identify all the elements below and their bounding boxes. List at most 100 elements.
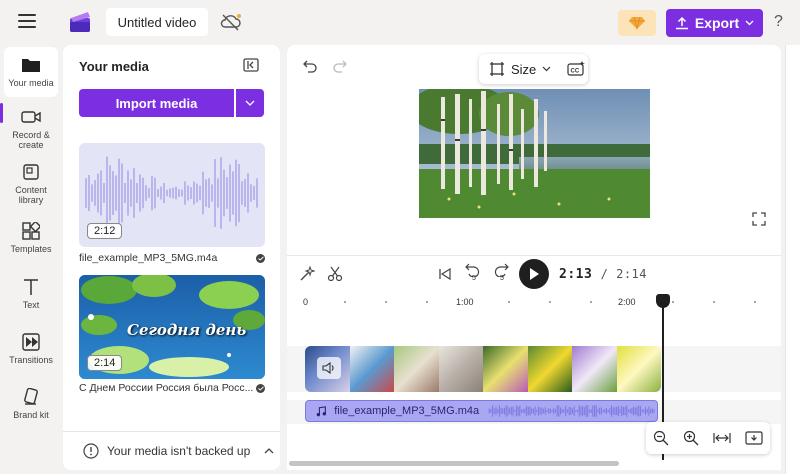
import-dropdown-button[interactable] (236, 89, 264, 117)
export-button[interactable]: Export (666, 9, 763, 37)
waveform-bar (629, 408, 631, 414)
undo-icon[interactable] (303, 59, 317, 73)
nav-brand-kit[interactable]: Brand kit (4, 387, 58, 420)
waveform-bar (106, 156, 108, 230)
fit-to-width-icon[interactable] (713, 431, 731, 445)
total-time: / 2:14 (600, 267, 647, 281)
ruler-label: 1:00 (456, 297, 474, 307)
redo-icon[interactable] (333, 59, 347, 73)
video-preview[interactable] (419, 89, 650, 218)
clip-volume-button[interactable] (317, 357, 341, 379)
waveform-bar (187, 185, 189, 201)
split-scissors-icon[interactable] (327, 266, 343, 282)
menu-icon[interactable] (18, 14, 36, 30)
clip-frame (527, 346, 572, 392)
waveform-bar (498, 405, 501, 417)
waveform-bar (587, 405, 589, 417)
playback-controls: 5 5 2:13 / 2:14 (287, 256, 781, 292)
backup-notice[interactable]: Your media isn't backed up (63, 431, 280, 470)
diamond-icon (629, 16, 645, 30)
zoom-toolbar (646, 422, 770, 454)
waveform-bar (565, 405, 567, 417)
nav-record-create[interactable]: Record & create (4, 107, 58, 150)
waveform-bar (651, 408, 653, 414)
cloud-off-icon[interactable] (220, 12, 242, 32)
waveform-bar (612, 407, 614, 415)
waveform-bar (539, 407, 541, 415)
waveform-bar (232, 171, 234, 215)
waveform-bar (202, 171, 204, 215)
ruler-tick (508, 301, 510, 303)
waveform-bar (522, 408, 524, 414)
timeline-scrollbar[interactable] (289, 461, 619, 466)
audio-clip-name: file_example_MP3_5MG.m4a (334, 405, 480, 417)
waveform-bar (519, 405, 521, 417)
library-icon (21, 162, 41, 182)
nav-your-media[interactable]: Your media (4, 47, 58, 97)
waveform-bar (238, 163, 240, 223)
rewind-5-button[interactable]: 5 (465, 263, 483, 285)
nav-label: Record & create (12, 130, 50, 150)
chevron-down-icon (245, 100, 255, 106)
waveform-bar (196, 183, 198, 203)
size-button[interactable]: Size (511, 62, 536, 77)
templates-icon (21, 221, 41, 241)
nav-transitions[interactable]: Transitions (4, 332, 58, 365)
waveform-bar (626, 405, 628, 417)
waveform-bar (172, 187, 174, 199)
forward-5-button[interactable]: 5 (493, 263, 511, 285)
waveform-bar (607, 410, 609, 412)
zoom-out-icon[interactable] (653, 430, 669, 446)
skip-to-start-icon[interactable] (438, 267, 452, 281)
zoom-in-icon[interactable] (683, 430, 699, 446)
playhead-handle[interactable] (656, 294, 670, 308)
audio-clip[interactable]: file_example_MP3_5MG.m4a (305, 400, 658, 422)
waveform-bar (555, 409, 557, 413)
help-button[interactable]: ? (774, 13, 783, 31)
waveform-bar (614, 406, 616, 416)
video-clip[interactable] (305, 346, 661, 392)
check-icon (256, 253, 265, 263)
media-card-audio[interactable]: 2:12 (79, 143, 265, 247)
collapse-timeline-icon[interactable] (745, 431, 763, 445)
waveform-bar (136, 182, 138, 204)
left-nav: Your media Record & create Content libra… (0, 45, 62, 474)
right-panel-strip[interactable] (785, 45, 800, 474)
time-ruler[interactable]: 0 1:00 2:00 (287, 296, 781, 312)
waveform-bar (599, 407, 601, 415)
waveform-bar (169, 188, 171, 198)
waveform-bar (580, 406, 582, 416)
collapse-panel-icon[interactable] (243, 58, 259, 72)
clip-frame (349, 346, 394, 392)
waveform-bar (643, 409, 645, 413)
fullscreen-icon[interactable] (752, 212, 766, 226)
ruler-tick (549, 301, 551, 303)
nav-templates[interactable]: Templates (4, 221, 58, 254)
waveform-bar (566, 409, 568, 413)
captions-icon[interactable]: CC (567, 61, 586, 77)
play-button[interactable] (519, 259, 549, 289)
waveform-bar (548, 408, 550, 414)
waveform-bar (109, 165, 111, 221)
waveform-bar (595, 405, 597, 417)
clipchamp-logo-icon (70, 12, 90, 32)
waveform-bar (115, 175, 117, 211)
magic-edit-icon[interactable] (299, 266, 315, 282)
waveform-bar (531, 408, 533, 414)
premium-button[interactable] (618, 10, 656, 36)
nav-text[interactable]: Text (4, 277, 58, 310)
media-card-video[interactable]: Сегодня день 2:14 (79, 275, 265, 379)
waveform-bar (504, 407, 506, 415)
waveform-bar (633, 406, 635, 416)
waveform-bar (211, 184, 213, 202)
import-media-button[interactable]: Import media (79, 89, 234, 117)
video-overlay-text: Сегодня день (127, 321, 247, 339)
waveform-bar (524, 408, 526, 414)
clip-frame (483, 346, 528, 392)
project-title-field[interactable]: Untitled video (106, 8, 208, 36)
waveform-bar (543, 408, 545, 414)
nav-label: Content library (15, 185, 47, 205)
nav-content-library[interactable]: Content library (4, 162, 58, 205)
waveform-bar (592, 405, 594, 417)
preview-panel: Size CC (287, 45, 781, 255)
